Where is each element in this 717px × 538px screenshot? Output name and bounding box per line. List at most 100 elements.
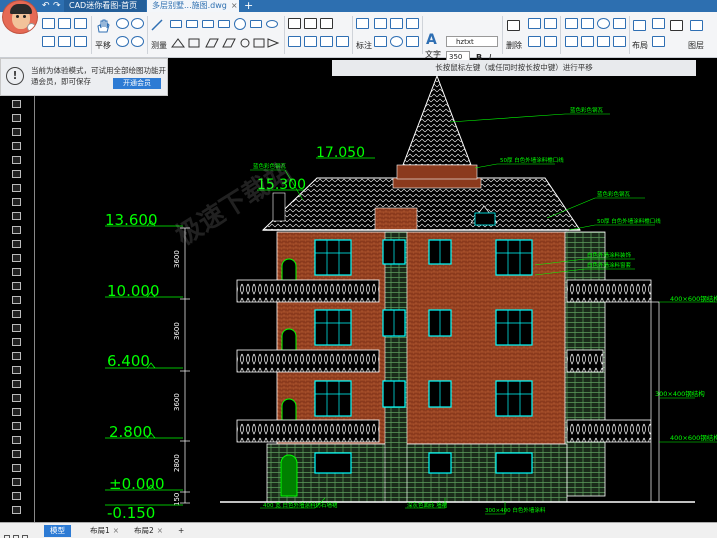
area-icon[interactable] xyxy=(12,324,21,332)
tab-home[interactable]: CAD迷你看图-首页 xyxy=(64,0,146,12)
spline-icon[interactable] xyxy=(202,20,214,28)
export-icon[interactable] xyxy=(42,36,55,47)
export-pdf-icon[interactable] xyxy=(12,450,21,458)
zoom-extent-icon[interactable] xyxy=(131,18,144,29)
count-icon[interactable] xyxy=(12,366,21,374)
picture-icon[interactable] xyxy=(581,18,594,29)
layout-nav-arrows[interactable] xyxy=(4,526,44,538)
drawing-canvas[interactable]: 3600 3600 3600 2800 150 13.600 10.000 6.… xyxy=(35,58,717,522)
mirror-icon[interactable] xyxy=(320,18,333,29)
add-tab-button[interactable]: + xyxy=(242,0,256,12)
radius-dim-icon[interactable] xyxy=(390,36,403,47)
grid-icon[interactable] xyxy=(597,36,610,47)
ellipse-icon[interactable] xyxy=(266,20,278,28)
offset-icon[interactable] xyxy=(288,36,301,47)
close-layout-icon[interactable]: × xyxy=(113,526,119,535)
settings-icon[interactable] xyxy=(12,492,21,500)
extend-icon[interactable] xyxy=(320,36,333,47)
filter-icon[interactable] xyxy=(12,212,21,220)
block-icon[interactable] xyxy=(581,36,594,47)
help-icon[interactable] xyxy=(12,506,21,514)
undo-icon[interactable]: ↶ xyxy=(42,0,50,12)
export-image-icon[interactable] xyxy=(12,464,21,472)
lock-icon[interactable] xyxy=(12,156,21,164)
layer-icon[interactable] xyxy=(670,20,683,31)
print-icon[interactable] xyxy=(74,18,87,29)
match-icon[interactable] xyxy=(12,128,21,136)
compare-tool-icon[interactable] xyxy=(12,422,21,430)
extract-text-icon[interactable] xyxy=(528,36,541,47)
isolate-icon[interactable] xyxy=(12,170,21,178)
line-tool-icon[interactable] xyxy=(150,18,164,32)
save-icon[interactable] xyxy=(58,18,71,29)
polyline-icon[interactable] xyxy=(170,20,182,28)
zoom-window-icon[interactable] xyxy=(116,18,129,29)
arc-length-icon[interactable] xyxy=(12,352,21,360)
explode-icon[interactable] xyxy=(12,254,21,262)
properties-icon[interactable] xyxy=(12,114,21,122)
baseline-dim-icon[interactable] xyxy=(406,18,419,29)
find-text-icon[interactable] xyxy=(528,18,541,29)
angle-dim-icon[interactable] xyxy=(390,18,403,29)
angle-icon[interactable] xyxy=(12,338,21,346)
compare-icon[interactable] xyxy=(74,36,87,47)
redo-icon[interactable]: ↷ xyxy=(53,0,61,12)
cloud-icon[interactable] xyxy=(565,18,578,29)
view-icon[interactable] xyxy=(652,18,665,29)
pan-hand-icon[interactable] xyxy=(95,18,111,34)
open-membership-button[interactable]: 开通会员 xyxy=(113,78,161,89)
coord-icon[interactable] xyxy=(12,296,21,304)
zoom-in-icon[interactable] xyxy=(116,36,129,47)
text-edit-icon[interactable] xyxy=(12,226,21,234)
dimension-icon[interactable] xyxy=(356,18,369,29)
user-avatar[interactable] xyxy=(2,0,38,34)
shape-tools-row[interactable] xyxy=(170,37,280,49)
move-icon[interactable] xyxy=(288,18,301,29)
table-icon[interactable] xyxy=(544,36,557,47)
arc-icon[interactable] xyxy=(186,20,198,28)
close-tab-icon[interactable]: × xyxy=(231,1,238,10)
length-icon[interactable] xyxy=(12,310,21,318)
font-name-select[interactable]: hztxt xyxy=(446,36,498,47)
frame-icon[interactable] xyxy=(613,36,626,47)
hatch-icon[interactable] xyxy=(12,268,21,276)
leader-icon[interactable] xyxy=(374,36,387,47)
note-icon[interactable] xyxy=(12,394,21,402)
select-icon[interactable] xyxy=(12,198,21,206)
rect-select-icon[interactable] xyxy=(250,20,262,28)
refresh-icon[interactable] xyxy=(597,18,610,29)
tab-drawing-file[interactable]: 多层别墅...施图.dwg × xyxy=(147,0,239,12)
close-layout-icon[interactable]: × xyxy=(157,526,163,535)
layer-tool-icon[interactable] xyxy=(12,100,21,108)
screenshot-icon[interactable] xyxy=(565,36,578,47)
open-file-icon[interactable] xyxy=(42,18,55,29)
scale-icon[interactable] xyxy=(336,36,349,47)
point-icon[interactable] xyxy=(12,282,21,290)
print-area-icon[interactable] xyxy=(12,436,21,444)
zoom-out-icon[interactable] xyxy=(131,36,144,47)
window-icon[interactable] xyxy=(652,36,665,47)
tab-layout1[interactable]: 布局1 × xyxy=(84,525,125,537)
cloud-save-icon[interactable] xyxy=(12,478,21,486)
restore-icon[interactable] xyxy=(12,184,21,192)
aligned-dim-icon[interactable] xyxy=(374,18,387,29)
copy-icon[interactable] xyxy=(304,18,317,29)
layout-icon[interactable] xyxy=(633,20,646,31)
scale-set-icon[interactable] xyxy=(12,380,21,388)
tab-layout2[interactable]: 布局2 × xyxy=(128,525,169,537)
add-layout-button[interactable]: + xyxy=(172,525,190,537)
block-edit-icon[interactable] xyxy=(12,240,21,248)
circle-icon[interactable] xyxy=(234,18,246,30)
curve-icon[interactable] xyxy=(218,20,230,28)
text-tool-icon[interactable]: A xyxy=(426,32,437,48)
trim-icon[interactable] xyxy=(304,36,317,47)
replace-icon[interactable] xyxy=(544,18,557,29)
convert-icon[interactable] xyxy=(58,36,71,47)
revision-icon[interactable] xyxy=(12,408,21,416)
tab-model[interactable]: 模型 xyxy=(44,525,71,537)
area-measure-icon[interactable] xyxy=(406,36,419,47)
share-icon[interactable] xyxy=(613,18,626,29)
delete-icon[interactable] xyxy=(507,20,520,31)
layer-manager-icon[interactable] xyxy=(690,20,703,31)
hide-icon[interactable] xyxy=(12,142,21,150)
